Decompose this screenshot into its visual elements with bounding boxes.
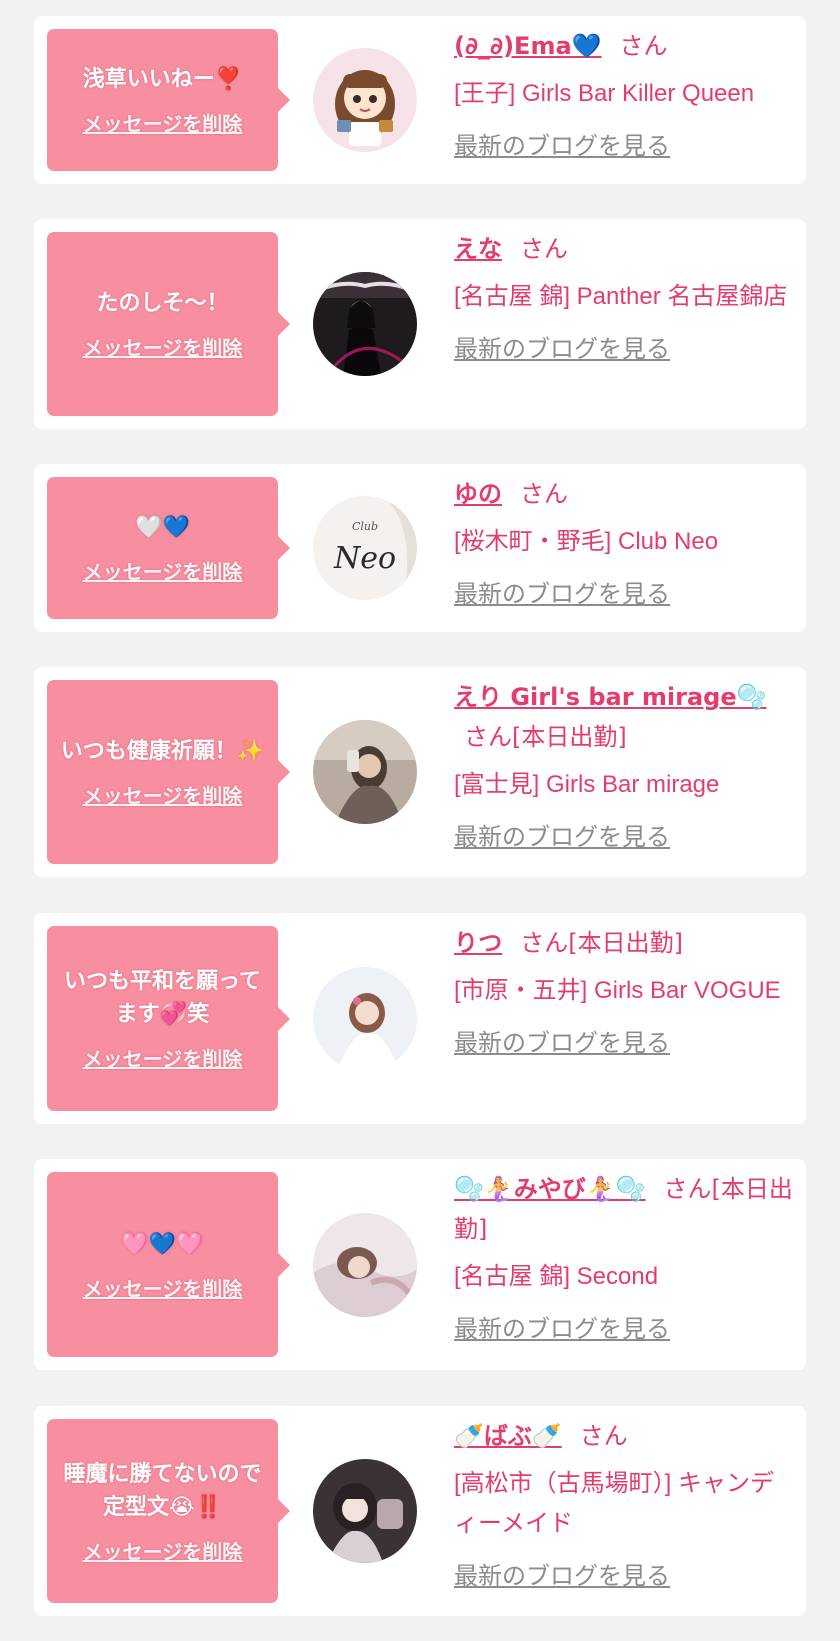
delete-message-link[interactable]: メッセージを削除 [83,1536,243,1565]
latest-blog-link[interactable]: 最新のブログを見る [454,1556,670,1596]
message-list: 浅草いいねー❣️ メッセージを削除 (∂_∂)Ema💙 さん [王子] Girls… [0,0,840,1641]
latest-blog-link[interactable]: 最新のブログを見る [454,574,670,614]
message-text: 🤍💙 [135,515,190,540]
latest-blog-link[interactable]: 最新のブログを見る [454,126,670,166]
shop-label: [名古屋 錦] Second [454,1263,659,1290]
sender-name-link[interactable]: ゆの [454,480,502,508]
message-text: いつも健康祈願！✨ [60,739,265,764]
name-line: りつ さん[本日出勤] [454,923,796,963]
message-bubble: 睡魔に勝てないので定型文😭‼️ メッセージを削除 [47,1419,290,1603]
message-text: たのしそ〜！ [96,291,229,316]
latest-blog-link[interactable]: 最新のブログを見る [454,329,670,369]
delete-message-link[interactable]: メッセージを削除 [83,556,243,585]
name-line: えり Girl's bar mirage🫧 さん[本日出勤] [454,677,796,757]
portrait-photo-avatar[interactable] [313,966,417,1071]
sender-info: えな さん [名古屋 錦] Panther 名古屋錦店 最新のブログを見る [454,229,796,369]
shop-label: [市原・五井] Girls Bar VOGUE [454,977,781,1004]
selfie-photo-avatar[interactable] [313,1459,417,1563]
shop-label: [名古屋 錦] Panther 名古屋錦店 [454,283,788,310]
delete-message-link[interactable]: メッセージを削除 [83,780,243,809]
sender-info: (∂_∂)Ema💙 さん [王子] Girls Bar Killer Queen … [454,26,796,166]
message-text: 🩷💙🩷 [121,1231,204,1257]
delete-message-link[interactable]: メッセージを削除 [83,332,243,361]
name-line: (∂_∂)Ema💙 さん [454,26,796,66]
neo-logo-text: Neo [333,541,396,576]
panther-photo-avatar[interactable] [313,272,417,376]
name-line: 🫧🧜‍♀️みやび🧜‍♀️🫧 さん[本日出勤] [454,1169,796,1249]
sender-info: えり Girl's bar mirage🫧 さん[本日出勤] [富士見] Girl… [454,677,796,857]
message-bubble: たのしそ〜！ メッセージを削除 [47,232,290,416]
message-text: いつも平和を願ってます💞笑 [64,969,261,1027]
message-card: いつも健康祈願！✨ メッセージを削除 えり Girl's bar mirage🫧… [34,667,806,877]
honorific: さん[本日出勤] [520,929,683,957]
sender-name-link[interactable]: (∂_∂)Ema💙 [454,32,602,60]
message-card: 🤍💙 メッセージを削除 Club Neo ゆの さん [桜木町・野毛] Club … [34,464,806,632]
honorific: さん [579,1422,628,1450]
shop-label: [王子] Girls Bar Killer Queen [454,80,755,107]
sender-name-link[interactable]: 🫧🧜‍♀️みやび🧜‍♀️🫧 [454,1175,646,1203]
honorific: さん[本日出勤] [464,723,627,751]
name-line: 🍼ばぶ🍼 さん [454,1416,796,1456]
sender-info: 🫧🧜‍♀️みやび🧜‍♀️🫧 さん[本日出勤] [名古屋 錦] Second 最新の… [454,1169,796,1349]
message-card: いつも平和を願ってます💞笑 メッセージを削除 りつ さん[本日出勤] [市原・五井… [34,913,806,1124]
club-logo-text: Club [352,520,378,533]
honorific: さん [619,32,668,60]
sender-name-link[interactable]: えな [454,235,502,263]
latest-blog-link[interactable]: 最新のブログを見る [454,1309,670,1349]
message-card: 睡魔に勝てないので定型文😭‼️ メッセージを削除 🍼ばぶ🍼 さん [高松市（古馬場… [34,1406,806,1616]
delete-message-link[interactable]: メッセージを削除 [83,1043,243,1072]
shop-label: [富士見] Girls Bar mirage [454,771,720,798]
message-text: 睡魔に勝てないので定型文😭‼️ [63,1461,262,1520]
message-bubble: 浅草いいねー❣️ メッセージを削除 [47,29,290,171]
message-card: 🩷💙🩷 メッセージを削除 🫧🧜‍♀️みやび🧜‍♀️🫧 さん[本日出勤] [名古屋 … [34,1159,806,1370]
cartoon-girl-avatar[interactable] [313,48,417,152]
message-bubble: いつも健康祈願！✨ メッセージを削除 [47,680,290,864]
latest-blog-link[interactable]: 最新のブログを見る [454,817,670,857]
shop-label: [高松市（古馬場町）] キャンディーメイド [454,1470,775,1537]
sender-name-link[interactable]: 🍼ばぶ🍼 [454,1422,562,1450]
delete-message-link[interactable]: メッセージを削除 [83,1273,243,1302]
shop-label: [桜木町・野毛] Club Neo [454,528,719,555]
message-bubble: いつも平和を願ってます💞笑 メッセージを削除 [47,926,290,1111]
club-neo-logo-avatar[interactable]: Club Neo [313,496,417,600]
latest-blog-link[interactable]: 最新のブログを見る [454,1023,670,1063]
message-card: 浅草いいねー❣️ メッセージを削除 (∂_∂)Ema💙 さん [王子] Girls… [34,16,806,184]
mirror-selfie-avatar[interactable] [313,720,417,824]
sender-name-link[interactable]: りつ [454,929,502,957]
message-bubble: 🩷💙🩷 メッセージを削除 [47,1172,290,1357]
sender-name-link[interactable]: えり Girl's bar mirage🫧 [454,683,767,711]
message-bubble: 🤍💙 メッセージを削除 [47,477,290,619]
honorific: さん [520,235,568,263]
delete-message-link[interactable]: メッセージを削除 [83,108,243,137]
honorific: さん [520,480,568,508]
message-card: たのしそ〜！ メッセージを削除 えな さん [名古屋 錦] Panther 名古屋… [34,219,806,429]
sender-info: ゆの さん [桜木町・野毛] Club Neo 最新のブログを見る [454,474,796,614]
soft-photo-avatar[interactable] [313,1212,417,1317]
name-line: えな さん [454,229,796,269]
name-line: ゆの さん [454,474,796,514]
sender-info: りつ さん[本日出勤] [市原・五井] Girls Bar VOGUE 最新のブロ… [454,923,796,1063]
sender-info: 🍼ばぶ🍼 さん [高松市（古馬場町）] キャンディーメイド 最新のブログを見る [454,1416,796,1596]
message-text: 浅草いいねー❣️ [82,67,243,92]
